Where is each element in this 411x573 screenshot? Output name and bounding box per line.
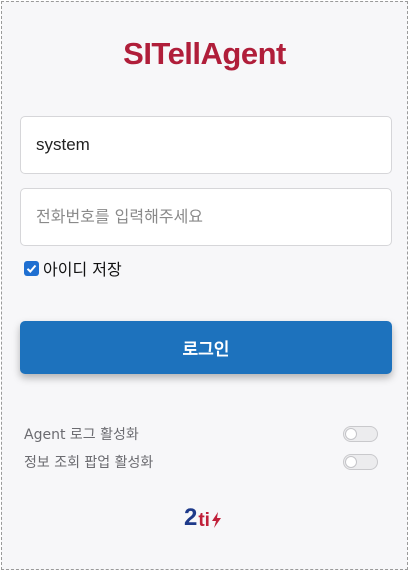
remember-id-checkbox[interactable]: [24, 260, 39, 276]
company-logo: 2 ti: [184, 506, 222, 530]
remember-id[interactable]: 아이디 저장: [24, 256, 122, 280]
checkmark-icon: [26, 264, 37, 273]
toggle-knob: [345, 428, 357, 440]
app-title: SITellAgent: [123, 36, 286, 71]
remember-id-label: 아이디 저장: [43, 260, 122, 279]
agent-log-toggle[interactable]: [343, 426, 378, 442]
agent-log-option: Agent 로그 활성화: [24, 424, 378, 444]
info-popup-label: 정보 조회 팝업 활성화: [24, 455, 154, 471]
phone-number-input[interactable]: [20, 188, 392, 246]
login-panel: SITellAgent 아이디 저장 로그인 Agent 로그 활성화 정보 조…: [1, 1, 408, 570]
logo-main-text: 2: [184, 504, 198, 531]
agent-log-label: Agent 로그 활성화: [24, 427, 139, 443]
info-popup-toggle[interactable]: [343, 454, 378, 470]
info-popup-option: 정보 조회 팝업 활성화: [24, 452, 378, 472]
lightning-bolt-icon: [211, 512, 221, 528]
user-id-input[interactable]: [20, 116, 392, 174]
logo-accent-text: ti: [198, 510, 210, 531]
toggle-knob: [345, 456, 357, 468]
login-button[interactable]: 로그인: [20, 321, 392, 374]
